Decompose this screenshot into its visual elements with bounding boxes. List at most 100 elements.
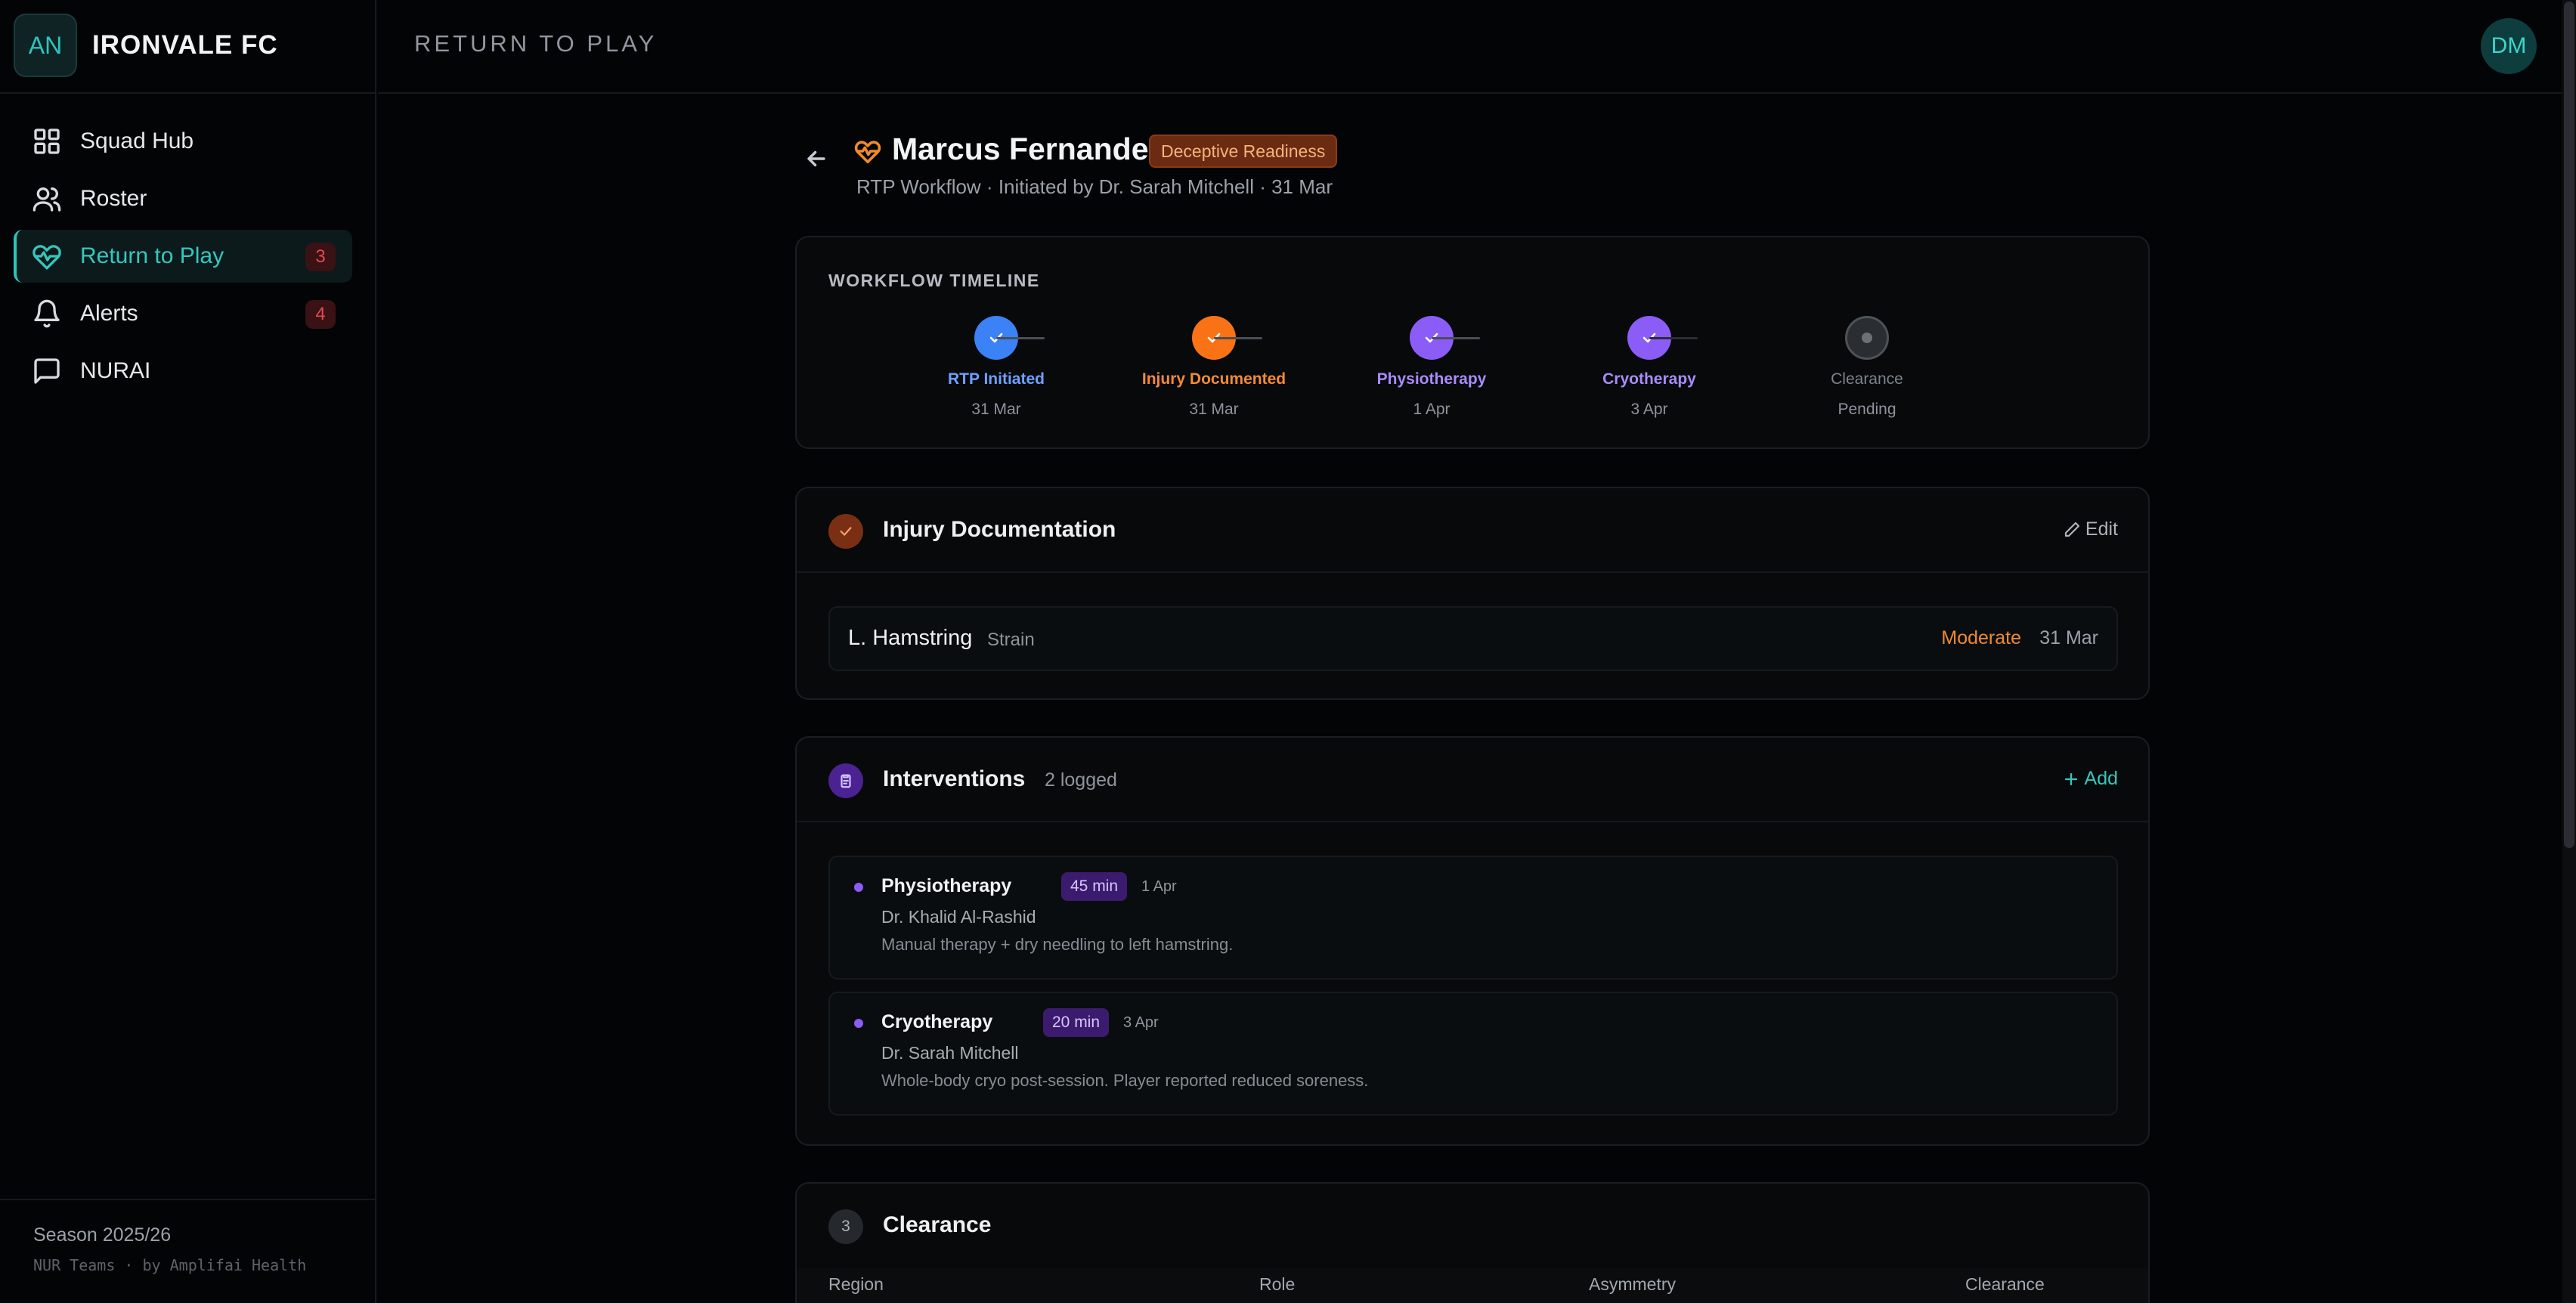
back-button[interactable] [800,142,833,175]
intervention-type: Cryotherapy [881,1011,993,1032]
workflow-timeline-card: WORKFLOW TIMELINE RTP Initiated 31 Mar I… [795,236,2150,449]
intervention-count: 2 logged [1045,769,1117,791]
nav-label: Squad Hub [80,128,194,153]
injury-date: 31 Mar [2039,627,2098,648]
brand[interactable]: AN IRONVALE FC [14,14,278,77]
plus-icon [2064,772,2077,785]
injury-region: L. Hamstring [848,626,973,650]
edit-button[interactable]: Edit [2063,518,2118,540]
timeline-steps: RTP Initiated 31 Mar Injury Documented 3… [797,316,2148,429]
column-header-role[interactable]: Role [1259,1274,1295,1295]
scrollbar[interactable] [2562,0,2576,1303]
nav-item-roster[interactable]: Roster [14,172,352,225]
sidebar: AN IRONVALE FC Squad Hub Roster Return t… [0,0,376,1303]
timeline-connector [996,337,1045,339]
chat-icon [32,356,62,386]
section-label: WORKFLOW TIMELINE [828,271,1040,290]
nav-item-return-to-play[interactable]: Return to Play 3 [14,230,352,283]
add-intervention-button[interactable]: Add [2062,768,2118,790]
intervention-item[interactable]: Physiotherapy 45 min 1 Apr Dr. Khalid Al… [828,856,2118,980]
grid-icon [32,126,62,156]
clearance-card: 3 Clearance Region Role Asymmetry Cleara… [795,1182,2150,1303]
credit-label: NUR Teams · by Amplifai Health [33,1256,307,1274]
player-name: Marcus Fernandez [892,132,1164,166]
injury-severity: Moderate [1941,627,2021,648]
sidebar-divider [0,92,376,94]
injury-row[interactable]: L. Hamstring Strain Moderate 31 Mar [828,606,2118,671]
timeline-step[interactable]: RTP Initiated 31 Mar [913,316,1079,419]
clinician-name: Dr. Sarah Mitchell [881,1043,1019,1063]
intervention-date: 3 Apr [1123,1014,1159,1031]
intervention-item[interactable]: Cryotherapy 20 min 3 Apr Dr. Sarah Mitch… [828,992,2118,1116]
users-icon [32,184,62,214]
user-avatar[interactable]: DM [2481,18,2537,74]
step-date: Pending [1838,401,1896,418]
count-badge: 3 [305,243,336,271]
card-title: Clearance [883,1212,992,1237]
add-label: Add [2084,768,2118,789]
timeline-connector [1214,337,1262,339]
club-avatar: AN [14,14,77,77]
clipboard-icon [828,763,863,798]
club-name: IRONVALE FC [92,30,278,60]
check-circle-icon [828,514,863,549]
bullet-dot [854,883,863,892]
timeline-step[interactable]: Cryotherapy 3 Apr [1566,316,1732,419]
table-header [797,1268,2148,1303]
nav-label: Alerts [80,301,138,326]
timeline-connector [1649,337,1698,339]
timeline-step[interactable]: Physiotherapy 1 Apr [1348,316,1515,419]
pending-dot [1845,316,1889,360]
card-header: Interventions 2 logged Add [797,738,2148,822]
timeline-step[interactable]: Clearance Pending [1784,316,1950,419]
intervention-date: 1 Apr [1141,878,1177,895]
season-label: Season 2025/26 [33,1224,172,1246]
status-badge: Deceptive Readiness [1149,135,1338,168]
step-label: Cryotherapy [1602,370,1696,388]
card-header: Injury Documentation Edit [797,488,2148,573]
step-date: 3 Apr [1630,401,1668,418]
duration-badge: 45 min [1061,872,1128,901]
nav-item-nurai[interactable]: NURAI [14,345,352,398]
count-badge: 4 [305,300,336,329]
bullet-dot [854,1019,863,1028]
card-header: 3 Clearance [797,1184,2148,1268]
arrow-left-icon [807,150,825,167]
heart-pulse-icon [854,138,881,165]
intervention-type: Physiotherapy [881,875,1012,896]
workflow-subtitle: RTP Workflow · Initiated by Dr. Sarah Mi… [856,175,1333,198]
nav-item-alerts[interactable]: Alerts 4 [14,287,352,340]
top-bar: RETURN TO PLAY DM [378,0,2576,94]
column-header-clearance[interactable]: Clearance [1965,1274,2045,1295]
timeline-connector [1432,337,1480,339]
nav-label: NURAI [80,358,151,383]
page-title: RETURN TO PLAY [414,30,658,57]
duration-badge: 20 min [1043,1008,1110,1037]
edit-label: Edit [2085,518,2118,540]
nav-label: Return to Play [80,243,224,268]
card-title: Injury Documentation [883,517,1116,542]
bell-icon [32,299,62,329]
step-number-badge: 3 [828,1209,863,1244]
nav-label: Roster [80,186,147,211]
step-date: 31 Mar [1189,401,1239,418]
card-title: Interventions [883,766,1026,791]
intervention-note: Manual therapy + dry needling to left ha… [881,935,1234,954]
injury-type: Strain [987,630,1035,650]
column-header-region[interactable]: Region [828,1274,884,1295]
clinician-name: Dr. Khalid Al-Rashid [881,907,1036,927]
nav-item-squad-hub[interactable]: Squad Hub [14,115,352,168]
timeline-step[interactable]: Injury Documented 31 Mar [1131,316,1297,419]
column-header-asymmetry[interactable]: Asymmetry [1589,1274,1676,1295]
step-label: RTP Initiated [948,370,1045,388]
step-label: Injury Documented [1141,370,1286,388]
step-date: 31 Mar [971,401,1021,418]
pencil-icon [2064,522,2080,537]
footer-divider [0,1199,376,1200]
heart-pulse-icon [32,241,62,271]
scrollbar-thumb[interactable] [2564,2,2574,848]
interventions-card: Interventions 2 logged Add Physiotherapy… [795,736,2150,1146]
main-nav: Squad Hub Roster Return to Play 3 Alerts… [14,115,352,402]
injury-documentation-card: Injury Documentation Edit L. Hamstring S… [795,487,2150,700]
step-date: 1 Apr [1413,401,1451,418]
